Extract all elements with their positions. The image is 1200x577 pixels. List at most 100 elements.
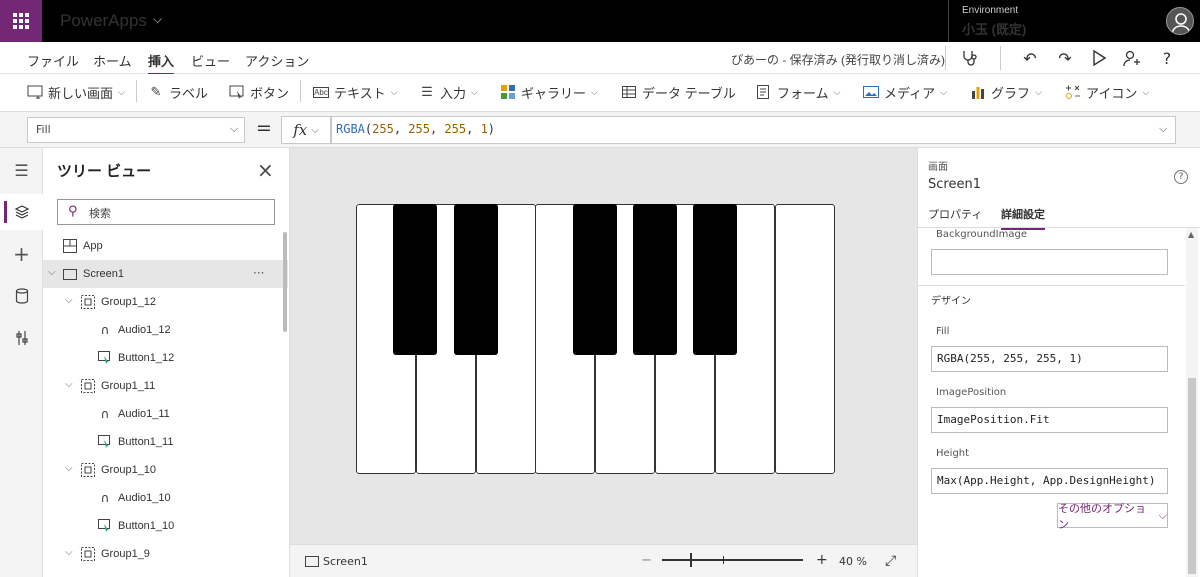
undo-icon[interactable]: ↶ — [1018, 46, 1042, 70]
button-button[interactable]: ボタン — [229, 82, 289, 102]
formula-input[interactable]: RGBA(255, 255, 255, 1) — [331, 116, 1176, 144]
icons-icon — [1065, 84, 1081, 100]
group-icon — [81, 547, 95, 561]
headphones-icon: ∩ — [100, 407, 110, 421]
menu-action[interactable]: アクション — [245, 51, 309, 70]
tree-scrollbar[interactable] — [283, 232, 287, 332]
chevron-down-icon: ⌵ — [118, 86, 125, 97]
input-button[interactable]: ☰ 入力 ⌵ — [419, 82, 478, 102]
zoom-slider-thumb[interactable] — [690, 553, 692, 567]
gallery-icon — [500, 84, 516, 100]
tree-item-screen1[interactable] — [43, 260, 288, 288]
chevron-down-icon[interactable]: ⌵ — [48, 267, 56, 278]
help-icon[interactable]: ? — [1174, 170, 1188, 184]
zoom-slider-tick — [723, 556, 724, 564]
tab-properties[interactable]: プロパティ — [928, 206, 982, 222]
properties-scroll-thumb[interactable] — [1188, 378, 1196, 574]
zoom-slider[interactable] — [662, 559, 803, 561]
fit-to-window-icon[interactable]: ⤢ — [885, 553, 896, 569]
piano-black-key[interactable] — [393, 204, 437, 355]
chart-button[interactable]: グラフ ⌵ — [970, 82, 1042, 102]
tree-item-label: Group1_12 — [101, 296, 157, 308]
play-icon[interactable] — [1087, 46, 1111, 70]
ribbon-divider — [136, 80, 137, 102]
imageposition-input[interactable]: ImagePosition.Fit — [931, 407, 1168, 433]
piano-black-key[interactable] — [573, 204, 617, 355]
chevron-down-icon[interactable]: ⌵ — [65, 379, 73, 390]
plus-icon[interactable]: + — [0, 236, 43, 272]
bar-chart-icon — [970, 84, 986, 100]
selected-kind: 画面 — [928, 162, 948, 173]
app-launcher-icon[interactable] — [0, 0, 42, 42]
backgroundimage-label: BackgroundImage — [936, 229, 1027, 240]
zoom-out-button[interactable]: − — [641, 553, 652, 568]
rail-active-indicator — [4, 201, 7, 223]
text-button[interactable]: Abc テキスト ⌵ — [313, 82, 397, 102]
function-picker[interactable]: fx ⌵ — [281, 116, 331, 144]
selected-name: Screen1 — [928, 177, 981, 192]
piano-black-key[interactable] — [633, 204, 677, 355]
button-icon — [98, 519, 112, 533]
hamburger-icon[interactable]: ☰ — [0, 152, 43, 188]
equals-sign: = — [256, 117, 272, 139]
group-icon — [81, 463, 95, 477]
tree-item-app[interactable] — [43, 232, 288, 260]
fill-input[interactable]: RGBA(255, 255, 255, 1) — [931, 346, 1168, 372]
form-button[interactable]: フォーム ⌵ — [756, 82, 840, 102]
height-input[interactable]: Max(App.Height, App.DesignHeight) — [931, 468, 1168, 494]
image-icon — [863, 84, 879, 100]
chart-button-label: グラフ — [991, 85, 1031, 101]
scroll-up-icon[interactable]: ▲ — [1188, 230, 1194, 239]
formula-function: RGBA — [336, 122, 365, 136]
close-icon[interactable]: × — [257, 158, 274, 182]
advanced-tools-icon[interactable] — [0, 320, 43, 356]
media-button[interactable]: メディア ⌵ — [863, 82, 947, 102]
data-table-button[interactable]: データ テーブル — [621, 82, 736, 102]
more-options-icon[interactable]: ··· — [253, 266, 264, 280]
piano-white-key[interactable] — [775, 204, 835, 474]
help-icon[interactable]: ? — [1155, 46, 1179, 70]
more-options-button[interactable]: その他のオプション ⌵ — [1057, 502, 1168, 531]
stethoscope-icon[interactable] — [958, 46, 982, 70]
menu-home[interactable]: ホーム — [93, 51, 132, 70]
new-screen-button[interactable]: 新しい画面 ⌵ — [27, 82, 125, 102]
menu-insert[interactable]: 挿入 — [148, 51, 175, 75]
backgroundimage-input[interactable] — [931, 249, 1168, 275]
gallery-button[interactable]: ギャラリー ⌵ — [500, 82, 598, 102]
piano-black-key[interactable] — [454, 204, 498, 355]
chevron-down-icon[interactable]: ⌵ — [65, 547, 73, 558]
redo-icon[interactable]: ↷ — [1053, 46, 1077, 70]
tree-item-group[interactable] — [43, 372, 288, 400]
app-title[interactable]: PowerApps — [60, 11, 147, 31]
user-avatar[interactable] — [1166, 7, 1194, 35]
tree-item-group[interactable] — [43, 456, 288, 484]
tree-item-group[interactable] — [43, 540, 288, 568]
tree-item-label: Audio1_12 — [118, 324, 171, 336]
table-icon — [621, 84, 637, 100]
zoom-in-button[interactable]: + — [816, 552, 828, 568]
chevron-down-icon[interactable]: ⌵ — [153, 12, 162, 27]
tree-search-placeholder: 検索 — [89, 207, 111, 220]
piano-black-key[interactable] — [693, 204, 737, 355]
tree-item-label: Audio1_11 — [118, 408, 170, 420]
share-user-icon[interactable] — [1120, 46, 1144, 70]
property-dropdown[interactable]: Fill — [27, 117, 245, 143]
expand-formula-icon[interactable]: ⌵ — [1159, 122, 1167, 136]
database-icon[interactable] — [0, 278, 43, 314]
chevron-down-icon: ⌵ — [471, 86, 478, 97]
fill-label: Fill — [936, 326, 950, 337]
label-button[interactable]: ✎ ラベル — [148, 82, 208, 102]
menu-view[interactable]: ビュー — [191, 51, 230, 70]
environment-name[interactable]: 小玉 (既定) — [962, 19, 1026, 38]
chevron-down-icon[interactable]: ⌵ — [65, 295, 73, 306]
tree-item-group[interactable] — [43, 288, 288, 316]
screen-icon — [63, 267, 77, 281]
menu-file[interactable]: ファイル — [27, 51, 79, 70]
group-icon — [81, 295, 95, 309]
chevron-down-icon[interactable]: ⌵ — [65, 463, 73, 474]
current-screen-name[interactable]: Screen1 — [323, 555, 368, 568]
tree-item-label: Screen1 — [83, 268, 124, 280]
divider — [917, 285, 1185, 286]
icons-button[interactable]: アイコン ⌵ — [1065, 82, 1149, 102]
chevron-down-icon[interactable]: ⌵ — [230, 122, 238, 136]
